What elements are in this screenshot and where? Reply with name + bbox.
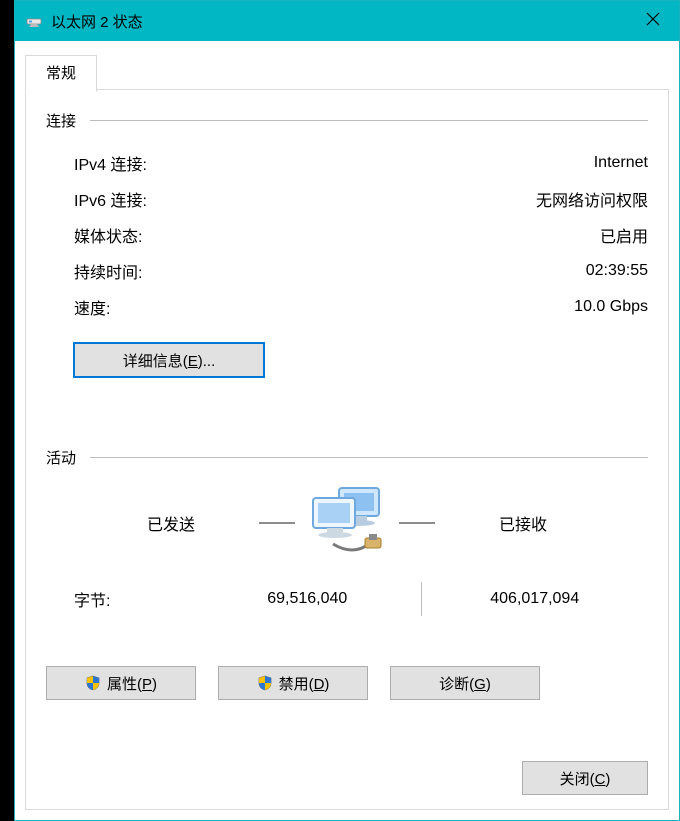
ipv6-label: IPv6 连接: — [74, 187, 536, 211]
properties-button-label: 属性(P) — [107, 673, 157, 694]
bytes-row: 字节: 69,516,040 406,017,094 — [46, 582, 648, 616]
disable-button[interactable]: 禁用(D) — [218, 666, 368, 700]
close-button[interactable]: 关闭(C) — [522, 761, 648, 795]
underlying-window-sliver — [0, 0, 14, 821]
details-button[interactable]: 详细信息(E)... — [74, 343, 264, 377]
divider — [90, 457, 648, 458]
section-activity-label: 活动 — [46, 447, 90, 468]
client-area: 常规 连接 IPv4 连接: Internet IPv6 连接: 无网络访问权限… — [15, 41, 679, 820]
dash-icon — [399, 522, 435, 524]
activity-graphic-row: 已发送 — [46, 482, 648, 564]
disable-button-label: 禁用(D) — [279, 673, 330, 694]
uac-shield-icon — [257, 675, 273, 691]
network-adapter-icon — [25, 12, 43, 30]
speed-label: 速度: — [74, 295, 574, 319]
uac-shield-icon — [85, 675, 101, 691]
section-connection-label: 连接 — [46, 110, 90, 131]
dialog-footer: 关闭(C) — [522, 761, 648, 795]
section-activity-header: 活动 — [46, 447, 648, 468]
media-state-value: 已启用 — [600, 223, 648, 247]
details-button-label: 详细信息(E)... — [123, 350, 216, 371]
tab-general[interactable]: 常规 — [25, 55, 97, 92]
row-media-state: 媒体状态: 已启用 — [46, 217, 648, 253]
window-title: 以太网 2 状态 — [51, 11, 627, 32]
row-duration: 持续时间: 02:39:55 — [46, 253, 648, 289]
divider — [90, 120, 648, 121]
diagnose-button-label: 诊断(G) — [439, 673, 491, 694]
media-state-label: 媒体状态: — [74, 223, 600, 247]
tabstrip: 常规 — [25, 55, 97, 92]
duration-value: 02:39:55 — [586, 262, 648, 280]
close-icon — [646, 12, 660, 30]
received-label: 已接收 — [443, 511, 603, 535]
action-button-row: 属性(P) — [46, 666, 648, 700]
window-close-button[interactable] — [627, 1, 679, 41]
duration-label: 持续时间: — [74, 259, 586, 283]
row-ipv4: IPv4 连接: Internet — [46, 145, 648, 181]
dash-icon — [259, 522, 295, 524]
section-connection-header: 连接 — [46, 110, 648, 131]
ethernet-status-window: 以太网 2 状态 常规 连接 IPv4 连接: Internet — [14, 0, 680, 821]
close-button-label: 关闭(C) — [560, 768, 611, 789]
sent-label: 已发送 — [91, 511, 251, 535]
row-ipv6: IPv6 连接: 无网络访问权限 — [46, 181, 648, 217]
row-speed: 速度: 10.0 Gbps — [46, 289, 648, 325]
bytes-label: 字节: — [74, 587, 194, 611]
bytes-received-value: 406,017,094 — [422, 590, 649, 608]
ipv6-value: 无网络访问权限 — [536, 187, 648, 211]
ipv4-value: Internet — [594, 154, 648, 172]
bytes-sent-value: 69,516,040 — [194, 590, 421, 608]
ipv4-label: IPv4 连接: — [74, 151, 594, 175]
network-computers-icon — [303, 482, 391, 564]
properties-button[interactable]: 属性(P) — [46, 666, 196, 700]
diagnose-button[interactable]: 诊断(G) — [390, 666, 540, 700]
titlebar[interactable]: 以太网 2 状态 — [15, 1, 679, 41]
speed-value: 10.0 Gbps — [574, 298, 648, 316]
tab-panel: 连接 IPv4 连接: Internet IPv6 连接: 无网络访问权限 媒体… — [25, 89, 669, 810]
